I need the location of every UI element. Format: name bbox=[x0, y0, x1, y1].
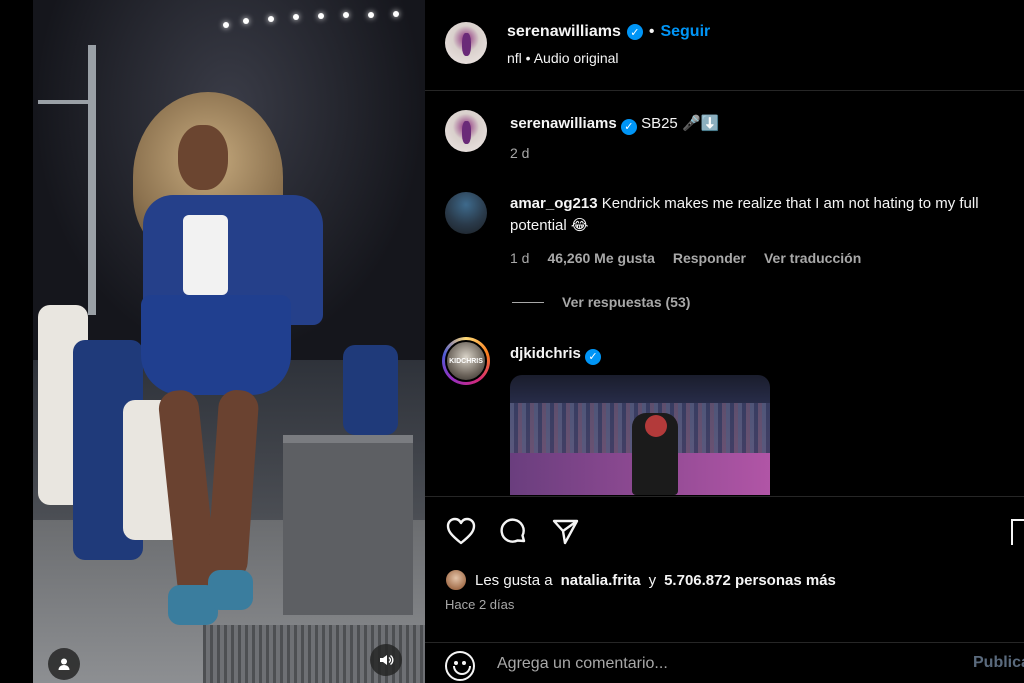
comment-username[interactable]: djkidchris bbox=[510, 345, 581, 362]
translate-button[interactable]: Ver traducción bbox=[764, 250, 861, 266]
comment-meta: 1 d 46,260 Me gusta Responder Ver traduc… bbox=[510, 250, 861, 266]
action-icons bbox=[445, 515, 581, 547]
stage-pedestal bbox=[283, 435, 413, 615]
reply-button[interactable]: Responder bbox=[673, 250, 746, 266]
gif-person-head bbox=[645, 415, 667, 437]
commenter-avatar-image: KIDCHRIS bbox=[445, 340, 487, 382]
bookmark-icon[interactable] bbox=[1011, 519, 1024, 545]
caption-meta: 2 d bbox=[510, 145, 529, 161]
replies-label: Ver respuestas (53) bbox=[562, 294, 691, 310]
sound-toggle-button[interactable] bbox=[370, 644, 402, 676]
post-time: Hace 2 días bbox=[445, 597, 515, 612]
comment-gif[interactable] bbox=[510, 375, 770, 495]
follow-button[interactable]: Seguir bbox=[660, 23, 710, 41]
post-comment-button[interactable]: Publicar bbox=[973, 654, 1024, 672]
comment-input[interactable] bbox=[497, 655, 897, 673]
light-pole-arm bbox=[38, 100, 93, 104]
heart-icon bbox=[446, 517, 476, 545]
likes-prefix: Les gusta a bbox=[475, 571, 553, 589]
performer-top bbox=[183, 215, 228, 295]
comment-body: djkidchris ✓ bbox=[510, 343, 1010, 365]
comment-button[interactable] bbox=[497, 515, 529, 547]
verified-icon: ✓ bbox=[585, 349, 602, 365]
add-comment-bar: Publicar bbox=[425, 642, 1024, 683]
share-icon bbox=[552, 519, 579, 545]
verified-icon: ✓ bbox=[620, 119, 637, 135]
reel-video[interactable] bbox=[33, 0, 425, 683]
replies-line bbox=[512, 301, 544, 303]
caption-body: serenawilliams ✓ SB25 🎤⬇️ bbox=[510, 113, 1010, 135]
verified-icon: ✓ bbox=[626, 24, 643, 40]
author-username[interactable]: serenawilliams bbox=[507, 23, 621, 41]
commenter-avatar-story-ring[interactable]: KIDCHRIS bbox=[442, 337, 490, 385]
liker-username[interactable]: natalia.frita bbox=[561, 572, 641, 589]
caption-username[interactable]: serenawilliams bbox=[510, 115, 617, 132]
caption-time: 2 d bbox=[510, 145, 530, 161]
caption-avatar[interactable] bbox=[445, 110, 487, 152]
commenter-avatar[interactable] bbox=[445, 192, 487, 234]
comment-icon bbox=[500, 518, 526, 543]
comment-likes[interactable]: 46,260 Me gusta bbox=[547, 250, 654, 266]
author-line: serenawilliams ✓ • Seguir bbox=[507, 23, 710, 41]
comment-username[interactable]: amar_og213 bbox=[510, 195, 598, 212]
performer-face bbox=[178, 125, 228, 190]
performer-shoe bbox=[208, 570, 253, 610]
audio-subtitle[interactable]: nfl • Audio original bbox=[507, 50, 619, 66]
comment-time: 1 d bbox=[510, 250, 530, 266]
likes-count[interactable]: 5.706.872 personas más bbox=[664, 572, 836, 589]
author-avatar[interactable] bbox=[445, 22, 487, 64]
likes-summary[interactable]: Les gusta a natalia.frita y 5.706.872 pe… bbox=[445, 569, 836, 591]
left-gutter bbox=[0, 0, 33, 683]
share-button[interactable] bbox=[549, 515, 581, 547]
performer-skirt bbox=[141, 295, 291, 395]
comment-body: amar_og213 Kendrick makes me realize tha… bbox=[510, 193, 1010, 237]
emoji-icon[interactable] bbox=[445, 651, 475, 681]
background-dancer bbox=[343, 345, 398, 435]
like-button[interactable] bbox=[445, 515, 477, 547]
likes-connector: y bbox=[648, 571, 657, 589]
post-actions: Les gusta a natalia.frita y 5.706.872 pe… bbox=[425, 496, 1024, 683]
separator-dot: • bbox=[648, 23, 655, 40]
user-icon bbox=[58, 658, 70, 670]
post-panel: serenawilliams ✓ • Seguir nfl • Audio or… bbox=[425, 0, 1024, 683]
light-pole bbox=[88, 45, 96, 315]
post-header: serenawilliams ✓ • Seguir nfl • Audio or… bbox=[425, 0, 1024, 91]
stadium-lights bbox=[223, 10, 423, 40]
liker-avatar bbox=[445, 569, 467, 591]
sound-icon bbox=[380, 654, 394, 666]
caption-text: SB25 🎤⬇️ bbox=[641, 115, 720, 132]
tagged-users-button[interactable] bbox=[48, 648, 80, 680]
view-replies-button[interactable]: Ver respuestas (53) bbox=[512, 294, 690, 310]
